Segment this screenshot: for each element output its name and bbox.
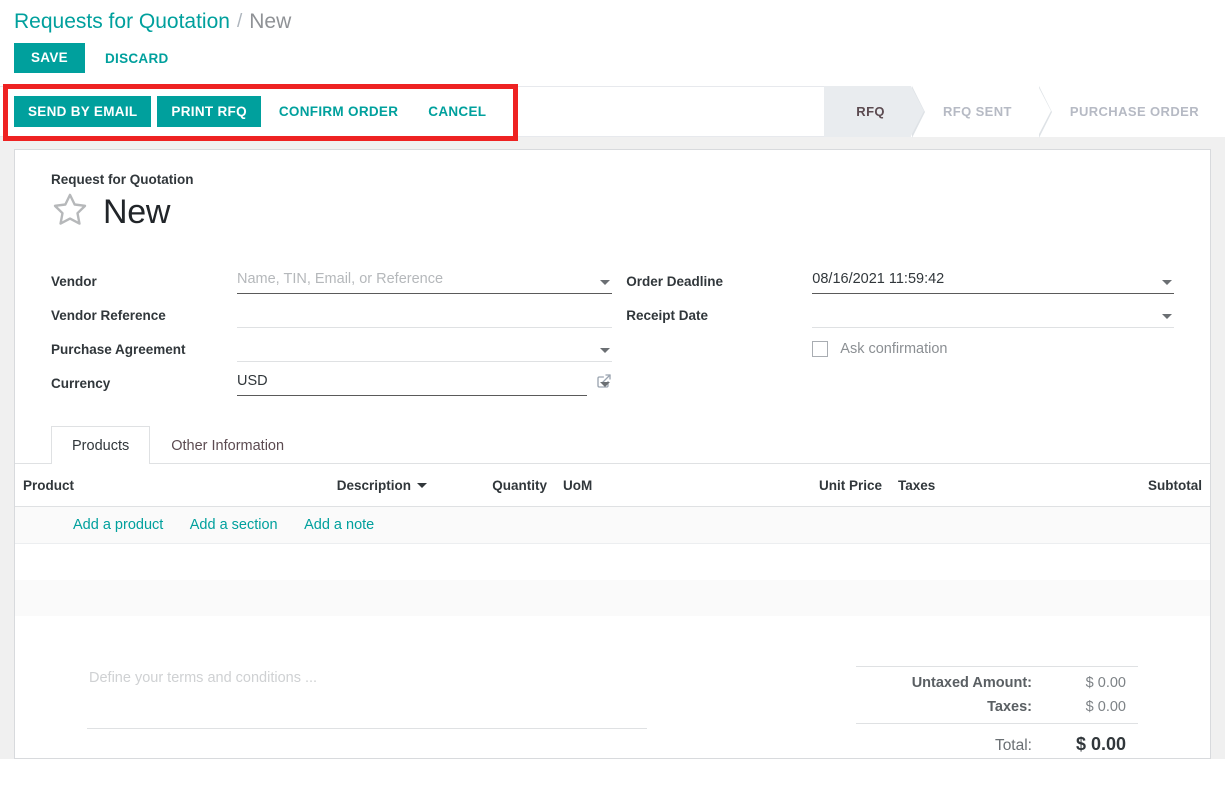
field-column-left: Vendor Name, TIN, Email, or Reference Ve… [51,260,613,396]
sort-descending-icon[interactable] [417,483,427,489]
field-label-vendor: Vendor [51,274,97,289]
vendor-reference-input[interactable] [237,304,613,328]
sheet-footer: Define your terms and conditions ... Unt… [51,665,1174,759]
optional-columns-button[interactable] [1210,464,1211,507]
cancel-button[interactable]: CANCEL [416,95,498,128]
table-header-row: Product Description Quantity UoM Unit Pr… [15,464,1211,507]
currency-input[interactable]: USD [237,371,588,396]
status-stage-label: RFQ SENT [942,104,1012,119]
taxes-row: Taxes: $ 0.00 [856,695,1138,719]
ask-confirmation-label: Ask confirmation [840,341,948,357]
total-row: Total: $ 0.00 [856,722,1138,759]
ask-confirmation-checkbox[interactable] [812,341,829,357]
action-button-group: SEND BY EMAIL PRINT RFQ CONFIRM ORDER CA… [0,95,498,128]
column-header-uom[interactable]: UoM [555,464,665,507]
chevron-down-icon[interactable] [600,348,611,353]
field-column-right: Order Deadline 08/16/2021 11:59:42 Recei… [612,260,1174,396]
column-header-description-label: Description [336,477,411,493]
field-label-purchase-agreement: Purchase Agreement [51,342,186,357]
ask-confirmation-row: Ask confirmation [626,328,1174,362]
notebook: Products Other Information Product Descr… [15,426,1210,652]
save-discard-bar: SAVE DISCARD [0,38,1225,78]
control-panel: SEND BY EMAIL PRINT RFQ CONFIRM ORDER CA… [0,84,1225,141]
column-header-unit-price[interactable]: Unit Price [665,464,890,507]
breadcrumb-root-link[interactable]: Requests for Quotation [14,10,230,34]
total-value: $ 0.00 [1075,733,1126,754]
field-vendor: Vendor Name, TIN, Email, or Reference [51,260,613,294]
column-header-subtotal[interactable]: Subtotal [990,464,1210,507]
send-by-email-button[interactable]: SEND BY EMAIL [14,95,152,128]
tab-other-information[interactable]: Other Information [150,426,305,464]
save-button[interactable]: SAVE [14,43,85,73]
form-subtitle: Request for Quotation [51,172,194,187]
totals-block: Untaxed Amount: $ 0.00 Taxes: $ 0.00 Tot… [856,665,1138,759]
discard-button[interactable]: DISCARD [91,43,183,74]
breadcrumb: Requests for Quotation / New [0,0,1225,38]
status-stage-purchase-order[interactable]: PURCHASE ORDER [1037,86,1225,137]
untaxed-amount-row: Untaxed Amount: $ 0.00 [856,671,1138,695]
chevron-down-icon[interactable] [600,280,611,285]
terms-input[interactable]: Define your terms and conditions ... [87,666,647,728]
vendor-input[interactable]: Name, TIN, Email, or Reference [237,269,613,294]
field-vendor-reference: Vendor Reference [51,294,613,328]
column-header-taxes[interactable]: Taxes [890,464,990,507]
page-title: New [103,192,171,231]
record-title-row: New [51,191,1174,232]
notebook-tabs: Products Other Information [15,426,1210,464]
column-header-description[interactable]: Description [205,464,435,507]
chevron-down-icon[interactable] [1162,314,1172,319]
field-purchase-agreement: Purchase Agreement [51,328,613,362]
print-rfq-button[interactable]: PRINT RFQ [157,95,261,128]
status-stage-label: PURCHASE ORDER [1069,104,1199,119]
field-label-receipt-date: Receipt Date [626,308,709,323]
terms-underline [87,727,647,729]
status-bar: RFQ RFQ SENT PURCHASE ORDER [824,85,1225,138]
field-label-currency: Currency [51,376,111,391]
table-row [15,544,1210,580]
status-stage-rfq-sent[interactable]: RFQ SENT [910,85,1052,138]
column-header-quantity[interactable]: Quantity [435,464,555,507]
chevron-down-icon[interactable] [600,382,611,387]
taxes-label: Taxes: [987,698,1032,715]
chevron-down-icon[interactable] [1162,280,1172,285]
field-receipt-date: Receipt Date [626,294,1174,328]
field-currency: Currency USD [51,362,612,396]
table-row [15,616,1210,652]
taxes-value: $ 0.00 [1085,698,1126,715]
purchase-agreement-input[interactable] [237,338,613,362]
status-stage-label: RFQ [856,104,885,119]
table-row [15,579,1210,616]
tab-products[interactable]: Products [51,426,151,464]
breadcrumb-current: New [249,10,292,33]
tab-label: Products [72,438,130,454]
field-order-deadline: Order Deadline 08/16/2021 11:59:42 [626,260,1174,294]
sheet-background: Request for Quotation New Vendor Name, T… [0,137,1225,759]
add-line-row: Add a product Add a section Add a note [15,506,1210,544]
total-label: Total: [994,736,1032,754]
add-a-note-link[interactable]: Add a note [304,517,374,533]
add-a-product-link[interactable]: Add a product [73,517,163,533]
order-lines-table: Product Description Quantity UoM Unit Pr… [15,464,1211,652]
form-sheet: Request for Quotation New Vendor Name, T… [14,149,1211,759]
order-deadline-input[interactable]: 08/16/2021 11:59:42 [812,269,1174,294]
column-header-product[interactable]: Product [15,464,205,507]
field-label-order-deadline: Order Deadline [626,274,724,289]
add-a-section-link[interactable]: Add a section [190,517,278,533]
confirm-order-button[interactable]: CONFIRM ORDER [267,95,410,128]
untaxed-amount-value: $ 0.00 [1085,674,1126,691]
field-grid: Vendor Name, TIN, Email, or Reference Ve… [51,260,1174,396]
terms-and-conditions: Define your terms and conditions ... [87,666,647,759]
untaxed-amount-label: Untaxed Amount: [911,674,1032,691]
field-label-vendor-reference: Vendor Reference [51,308,166,323]
status-stage-rfq[interactable]: RFQ [824,85,925,138]
star-outline-icon[interactable] [51,191,89,232]
tab-label: Other Information [171,438,285,454]
receipt-date-input[interactable] [812,304,1174,328]
breadcrumb-separator: / [236,11,243,32]
